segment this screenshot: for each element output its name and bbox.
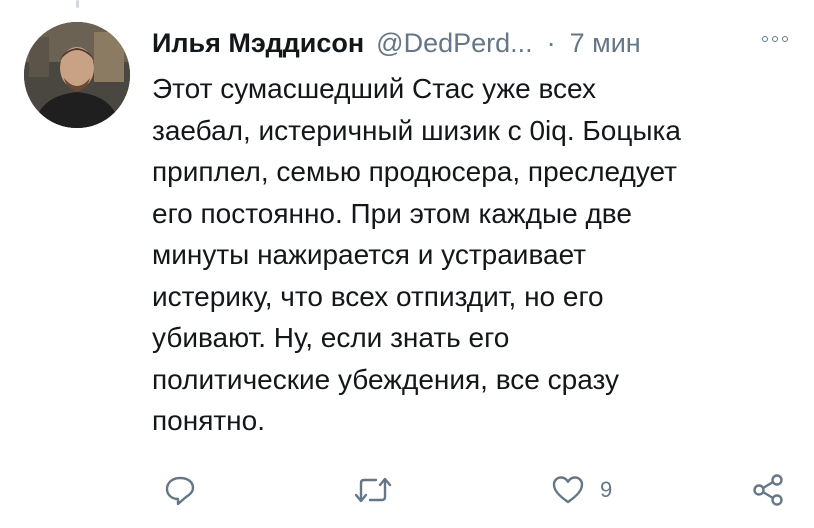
tweet-header: Илья Мэддисон @DedPerd... · 7 мин bbox=[152, 24, 641, 62]
like-button[interactable]: 9 bbox=[550, 470, 612, 510]
like-count: 9 bbox=[600, 477, 613, 502]
thread-connector-line bbox=[76, 0, 79, 8]
tweet-text: Этот сумасшедший Стас уже всех заебал, и… bbox=[152, 73, 681, 436]
retweet-button[interactable] bbox=[352, 470, 394, 510]
tweet-timestamp[interactable]: 7 мин bbox=[570, 28, 641, 59]
retweet-icon bbox=[354, 477, 392, 503]
display-name[interactable]: Илья Мэддисон bbox=[152, 28, 364, 59]
share-icon bbox=[753, 474, 783, 506]
heart-icon bbox=[552, 476, 584, 504]
share-button[interactable] bbox=[750, 470, 786, 510]
avatar-image bbox=[24, 22, 130, 128]
reply-icon bbox=[165, 476, 195, 506]
more-options-icon[interactable] bbox=[762, 34, 788, 44]
tweet-actions: 9 bbox=[0, 470, 814, 510]
avatar[interactable] bbox=[24, 22, 130, 128]
user-handle[interactable]: @DedPerd... bbox=[376, 28, 532, 59]
header-separator: · bbox=[546, 27, 556, 58]
reply-button[interactable] bbox=[162, 470, 198, 510]
